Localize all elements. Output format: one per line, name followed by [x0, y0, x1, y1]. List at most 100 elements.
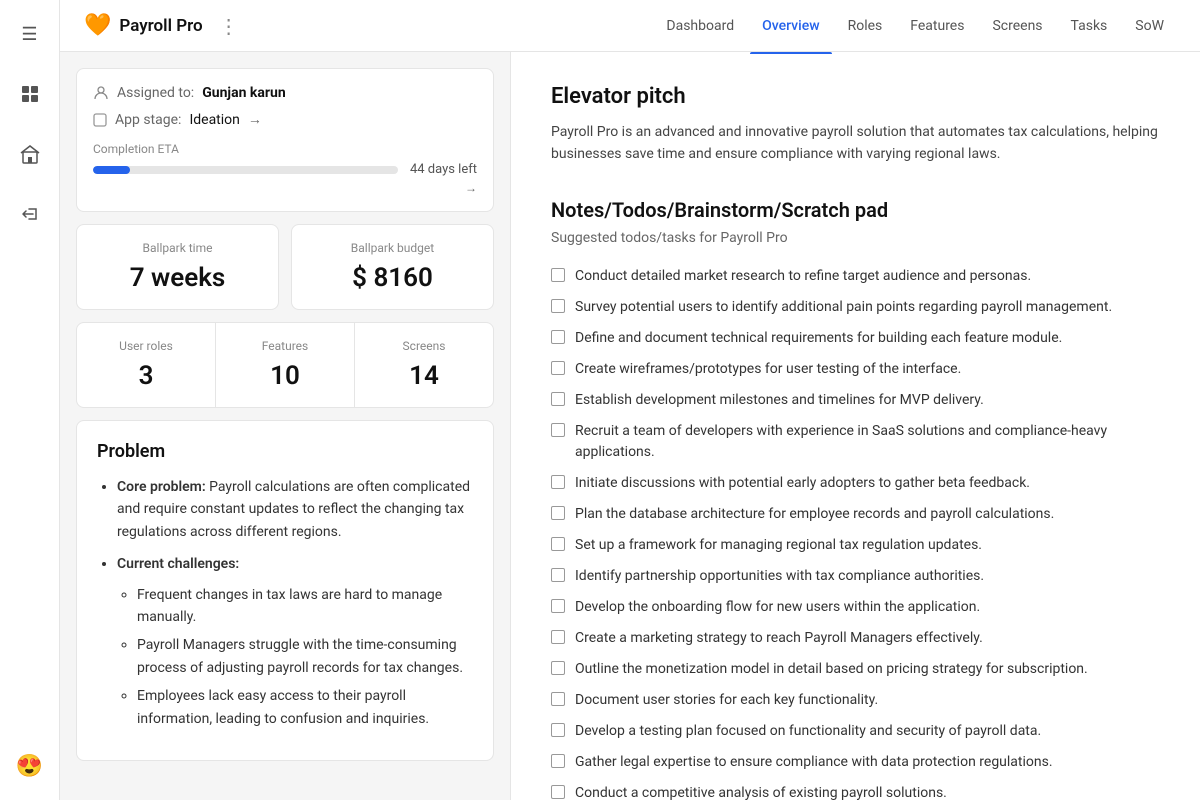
elevator-title: Elevator pitch [551, 84, 1160, 109]
todo-item: Identify partnership opportunities with … [551, 566, 1160, 587]
todo-list: Conduct detailed market research to refi… [551, 266, 1160, 800]
assigned-name: Gunjan karun [202, 85, 285, 101]
stage-row: App stage: Ideation → [93, 111, 477, 128]
todo-checkbox[interactable] [551, 723, 565, 737]
stage-arrow: → [248, 111, 262, 128]
todo-checkbox[interactable] [551, 299, 565, 313]
todo-checkbox[interactable] [551, 506, 565, 520]
nav-links: Dashboard Overview Roles Features Screen… [654, 12, 1176, 40]
todo-text: Conduct a competitive analysis of existi… [575, 783, 947, 800]
todo-checkbox[interactable] [551, 754, 565, 768]
nav-dashboard[interactable]: Dashboard [654, 12, 746, 40]
checkbox-icon [93, 113, 107, 127]
problem-card: Problem Core problem: Payroll calculatio… [76, 420, 494, 761]
app-stage-value: Ideation [189, 112, 239, 128]
todo-item: Develop the onboarding flow for new user… [551, 597, 1160, 618]
elevator-text: Payroll Pro is an advanced and innovativ… [551, 121, 1160, 166]
ballpark-time-label: Ballpark time [93, 241, 262, 255]
todo-text: Create a marketing strategy to reach Pay… [575, 628, 983, 649]
nav-sow[interactable]: SoW [1123, 12, 1176, 40]
todo-item: Create a marketing strategy to reach Pay… [551, 628, 1160, 649]
app-stage-label: App stage: [115, 112, 181, 128]
features-value: 10 [232, 361, 338, 391]
todo-checkbox[interactable] [551, 537, 565, 551]
todo-text: Document user stories for each key funct… [575, 690, 878, 711]
app-logo: 🧡 Payroll Pro [84, 13, 203, 38]
nav-tasks[interactable]: Tasks [1059, 12, 1120, 40]
todo-checkbox[interactable] [551, 330, 565, 344]
todo-checkbox[interactable] [551, 392, 565, 406]
todo-item: Recruit a team of developers with experi… [551, 421, 1160, 463]
stat-screens: Screens 14 [355, 323, 493, 407]
info-card: Assigned to: Gunjan karun App stage: Ide… [76, 68, 494, 212]
challenge-3: Employees lack easy access to their payr… [137, 685, 473, 730]
todo-checkbox[interactable] [551, 423, 565, 437]
problem-item-1: Core problem: Payroll calculations are o… [117, 476, 473, 543]
todo-item: Gather legal expertise to ensure complia… [551, 752, 1160, 773]
todo-checkbox[interactable] [551, 661, 565, 675]
building-icon[interactable] [12, 136, 48, 172]
assigned-label: Assigned to: [117, 85, 194, 101]
content-split: Assigned to: Gunjan karun App stage: Ide… [60, 52, 1200, 800]
person-icon [93, 85, 109, 101]
challenge-2: Payroll Managers struggle with the time-… [137, 634, 473, 679]
right-panel: Elevator pitch Payroll Pro is an advance… [510, 52, 1200, 800]
stat-features: Features 10 [216, 323, 355, 407]
progress-bar [93, 166, 398, 174]
stats-card: User roles 3 Features 10 Screens 14 [76, 322, 494, 408]
nav-roles[interactable]: Roles [836, 12, 895, 40]
grid-icon[interactable] [12, 76, 48, 112]
todo-text: Establish development milestones and tim… [575, 390, 984, 411]
todo-item: Document user stories for each key funct… [551, 690, 1160, 711]
menu-icon[interactable]: ☰ [12, 16, 48, 52]
todo-item: Conduct a competitive analysis of existi… [551, 783, 1160, 800]
todo-checkbox[interactable] [551, 361, 565, 375]
ballpark-time-value: 7 weeks [93, 263, 262, 293]
todo-item: Set up a framework for managing regional… [551, 535, 1160, 556]
problem-list: Core problem: Payroll calculations are o… [97, 476, 473, 730]
ballpark-row: Ballpark time 7 weeks Ballpark budget $ … [76, 224, 494, 310]
todo-text: Survey potential users to identify addit… [575, 297, 1112, 318]
ballpark-time-card: Ballpark time 7 weeks [76, 224, 279, 310]
todo-checkbox[interactable] [551, 475, 565, 489]
nav-screens[interactable]: Screens [980, 12, 1054, 40]
todo-item: Create wireframes/prototypes for user te… [551, 359, 1160, 380]
todo-item: Outline the monetization model in detail… [551, 659, 1160, 680]
todo-item: Define and document technical requiremen… [551, 328, 1160, 349]
ballpark-budget-label: Ballpark budget [308, 241, 477, 255]
app-name: Payroll Pro [119, 16, 202, 36]
current-challenges-bold: Current challenges: [117, 556, 239, 572]
signin-icon[interactable] [12, 196, 48, 232]
todo-checkbox[interactable] [551, 268, 565, 282]
notes-title: Notes/Todos/Brainstorm/Scratch pad [551, 198, 1160, 222]
challenge-1: Frequent changes in tax laws are hard to… [137, 584, 473, 629]
challenges-list: Frequent changes in tax laws are hard to… [117, 584, 473, 730]
progress-row: 44 days left [93, 162, 477, 177]
progress-fill [93, 166, 130, 174]
problem-title: Problem [97, 441, 473, 462]
app-menu-button[interactable]: ⋮ [219, 14, 239, 38]
todo-item: Plan the database architecture for emplo… [551, 504, 1160, 525]
sidebar: ☰ 😍 [0, 0, 60, 800]
todo-checkbox[interactable] [551, 630, 565, 644]
days-left: 44 days left [410, 162, 477, 177]
todo-text: Develop the onboarding flow for new user… [575, 597, 980, 618]
todo-item: Conduct detailed market research to refi… [551, 266, 1160, 287]
todo-text: Outline the monetization model in detail… [575, 659, 1088, 680]
user-roles-value: 3 [93, 361, 199, 391]
todo-checkbox[interactable] [551, 599, 565, 613]
todo-text: Gather legal expertise to ensure complia… [575, 752, 1053, 773]
todo-item: Survey potential users to identify addit… [551, 297, 1160, 318]
nav-overview[interactable]: Overview [750, 12, 831, 40]
screens-value: 14 [371, 361, 477, 391]
todo-text: Identify partnership opportunities with … [575, 566, 984, 587]
user-roles-label: User roles [93, 339, 199, 353]
todo-checkbox[interactable] [551, 568, 565, 582]
todo-text: Create wireframes/prototypes for user te… [575, 359, 961, 380]
screens-label: Screens [371, 339, 477, 353]
emoji-icon[interactable]: 😍 [12, 748, 48, 784]
core-problem-bold: Core problem: [117, 479, 206, 495]
todo-checkbox[interactable] [551, 692, 565, 706]
todo-checkbox[interactable] [551, 785, 565, 799]
nav-features[interactable]: Features [898, 12, 976, 40]
